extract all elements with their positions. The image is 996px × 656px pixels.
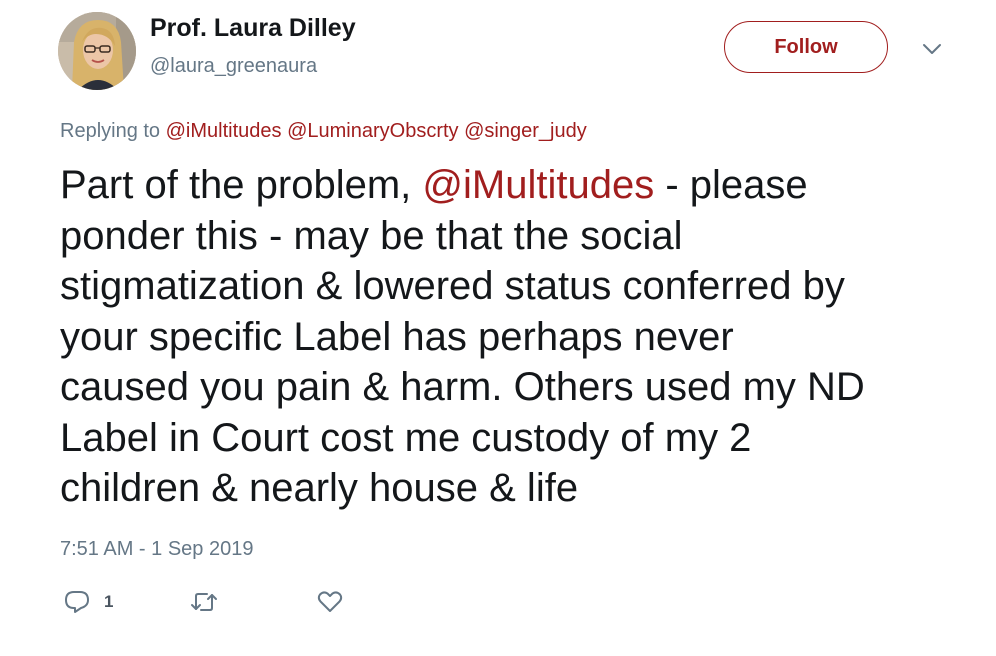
author-handle[interactable]: @laura_greenaura: [150, 55, 317, 78]
tweet-text-line: children & nearly house & life: [60, 466, 579, 510]
tweet: Prof. Laura Dilley @laura_greenaura Foll…: [0, 0, 996, 656]
tweet-text-line: stigmatization & lowered status conferre…: [60, 264, 845, 308]
reply-icon: [65, 591, 89, 613]
author-name[interactable]: Prof. Laura Dilley: [150, 14, 356, 43]
chevron-down-icon[interactable]: [918, 38, 946, 60]
reply-button[interactable]: 1: [64, 589, 113, 615]
tweet-text-line: Part of the problem, @iMultitudes - plea…: [60, 160, 960, 211]
reply-mention-imultitudes[interactable]: @iMultitudes: [166, 120, 282, 142]
tweet-text-segment: - please: [654, 163, 808, 207]
tweet-text-segment: Part of the problem,: [60, 163, 423, 207]
tweet-text-line: ponder this - may be that the social: [60, 213, 683, 258]
reply-mention-singer-judy[interactable]: @singer_judy: [464, 120, 587, 142]
retweet-icon: [191, 593, 217, 611]
tweet-timestamp[interactable]: 7:51 AM - 1 Sep 2019: [60, 538, 253, 561]
like-button[interactable]: [317, 589, 343, 615]
retweet-button[interactable]: [190, 589, 218, 615]
tweet-text-line: Label in Court cost me custody of my 2: [60, 415, 752, 460]
tweet-text-line: caused you pain & harm. Others used my N…: [60, 365, 865, 409]
replying-to: Replying to @iMultitudes @LuminaryObscrt…: [60, 120, 587, 143]
reply-mention-luminaryobscrty[interactable]: @LuminaryObscrty: [287, 120, 458, 142]
replying-to-label: Replying to: [60, 120, 161, 142]
heart-icon: [317, 591, 343, 612]
reply-count: 1: [104, 592, 114, 611]
tweet-text-line: your specific Label has perhaps never: [60, 314, 734, 359]
avatar[interactable]: [58, 12, 136, 90]
follow-button[interactable]: Follow: [724, 21, 888, 73]
tweet-text: Part of the problem, @iMultitudes - plea…: [60, 160, 960, 514]
tweet-mention-imultitudes[interactable]: @iMultitudes: [422, 163, 654, 207]
